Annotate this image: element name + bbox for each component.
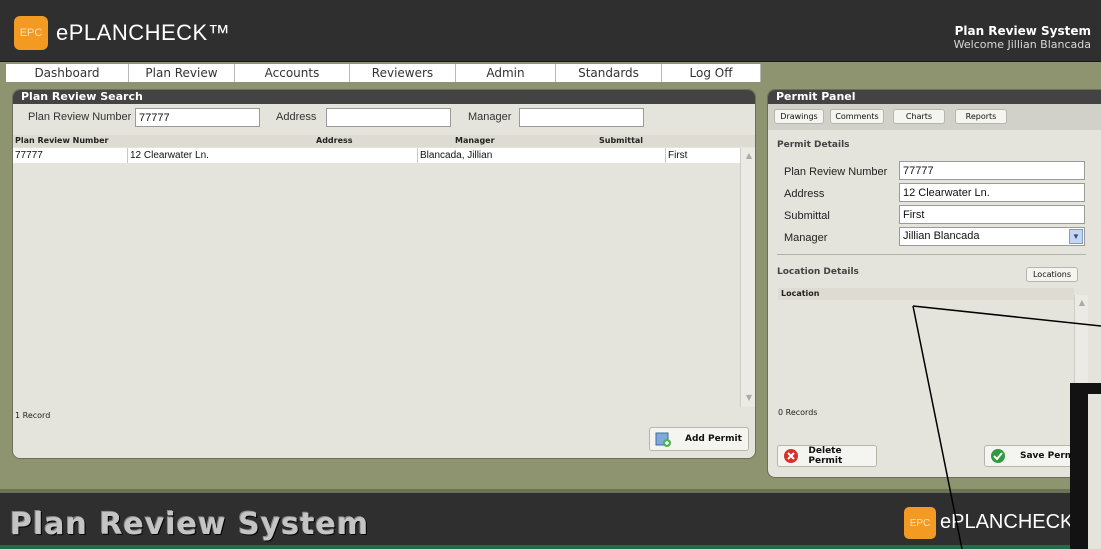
checkmark-icon	[991, 449, 1005, 463]
permit-panel-title: Permit Panel	[768, 90, 1101, 104]
pd-address-input[interactable]	[899, 183, 1085, 202]
plan-review-number-input[interactable]	[135, 108, 260, 127]
permit-details-title: Permit Details	[777, 140, 850, 150]
nav-dashboard[interactable]: Dashboard	[6, 64, 129, 82]
cell-divider	[417, 148, 418, 163]
nav-accounts[interactable]: Accounts	[235, 64, 350, 82]
pd-manager-value: Jillian Blancada	[903, 230, 980, 242]
footer-logo-mark: EPC	[904, 507, 936, 539]
add-permit-label: Add Permit	[685, 434, 742, 444]
col-manager[interactable]: Manager	[455, 136, 495, 145]
table-row[interactable]: 77777 12 Clearwater Ln. Blancada, Jillia…	[13, 148, 740, 163]
cell-divider	[127, 148, 128, 163]
footer-logo-text: ePLANCHECK	[940, 511, 1074, 533]
location-details-title: Location Details	[777, 267, 859, 277]
location-list	[778, 300, 1074, 404]
address-input[interactable]	[326, 108, 451, 127]
permit-tabs-bar: Drawings Comments Charts Reports	[768, 104, 1101, 130]
delete-permit-button[interactable]: Delete Permit	[777, 445, 877, 467]
app-header: EPC ePLANCHECK™ Plan Review System Welco…	[0, 0, 1101, 62]
app-logo-text: ePLANCHECK™	[56, 20, 231, 45]
nav-reviewers[interactable]: Reviewers	[350, 64, 456, 82]
app-logo-mark: EPC	[14, 16, 48, 50]
row-submittal: First	[668, 150, 688, 161]
system-title: Plan Review System	[954, 24, 1091, 38]
welcome-text: Welcome Jillian Blancada	[953, 38, 1091, 51]
add-permit-button[interactable]: Add Permit	[649, 427, 749, 451]
search-record-count: 1 Record	[15, 411, 51, 420]
row-address: 12 Clearwater Ln.	[130, 150, 209, 161]
chevron-down-icon[interactable]: ▼	[1069, 229, 1083, 244]
tab-comments[interactable]: Comments	[830, 109, 884, 124]
search-row: Plan Review Number Address Manager	[13, 104, 755, 128]
search-grid-header: Plan Review Number Address Manager Submi…	[13, 135, 755, 147]
row-number: 77777	[15, 150, 43, 161]
nav-standards[interactable]: Standards	[556, 64, 662, 82]
location-column-header[interactable]: Location	[778, 288, 1074, 300]
cell-divider	[665, 148, 666, 163]
location-record-count: 0 Records	[778, 408, 818, 417]
nav-plan-review[interactable]: Plan Review	[129, 64, 235, 82]
pd-plan-review-number-input[interactable]	[899, 161, 1085, 180]
tab-reports[interactable]: Reports	[955, 109, 1007, 124]
scroll-down-icon[interactable]: ▼	[743, 392, 755, 404]
main-nav: Dashboard Plan Review Accounts Reviewers…	[6, 64, 761, 82]
app-footer: Plan Review System EPC ePLANCHECK	[0, 489, 1101, 549]
address-label: Address	[276, 111, 317, 123]
pd-submittal-label: Submittal	[784, 210, 830, 222]
delete-icon	[784, 449, 798, 463]
tab-drawings[interactable]: Drawings	[774, 109, 824, 124]
pd-submittal-input[interactable]	[899, 205, 1085, 224]
pd-plan-review-number-label: Plan Review Number	[784, 166, 888, 178]
scroll-up-icon[interactable]: ▲	[743, 150, 755, 162]
col-submittal[interactable]: Submittal	[599, 136, 643, 145]
overlapping-window-body	[1085, 394, 1101, 549]
col-address[interactable]: Address	[316, 136, 353, 145]
nav-admin[interactable]: Admin	[456, 64, 556, 82]
locations-button[interactable]: Locations	[1026, 267, 1078, 282]
pd-address-label: Address	[784, 188, 825, 200]
footer-title: Plan Review System	[10, 507, 370, 542]
search-panel-title: Plan Review Search	[13, 90, 755, 104]
nav-log-off[interactable]: Log Off	[662, 64, 761, 82]
pd-manager-select[interactable]: Jillian Blancada ▼	[899, 227, 1085, 246]
footer-strip	[0, 545, 1101, 549]
search-grid-scrollbar[interactable]: ▲ ▼	[740, 148, 755, 407]
divider	[777, 254, 1086, 255]
plan-review-number-label: Plan Review Number	[28, 111, 132, 123]
delete-permit-label: Delete Permit	[808, 446, 843, 466]
permit-panel: Permit Panel Drawings Comments Charts Re…	[767, 89, 1101, 478]
manager-label: Manager	[468, 111, 512, 123]
manager-input[interactable]	[519, 108, 644, 127]
row-manager: Blancada, Jillian	[420, 150, 493, 161]
add-permit-icon	[655, 432, 671, 447]
plan-review-search-panel: Plan Review Search Plan Review Number Ad…	[12, 89, 756, 459]
tab-charts[interactable]: Charts	[893, 109, 945, 124]
scroll-up-icon[interactable]: ▲	[1076, 297, 1088, 309]
col-plan-review-number[interactable]: Plan Review Number	[15, 136, 108, 145]
pd-manager-label: Manager	[784, 232, 828, 244]
